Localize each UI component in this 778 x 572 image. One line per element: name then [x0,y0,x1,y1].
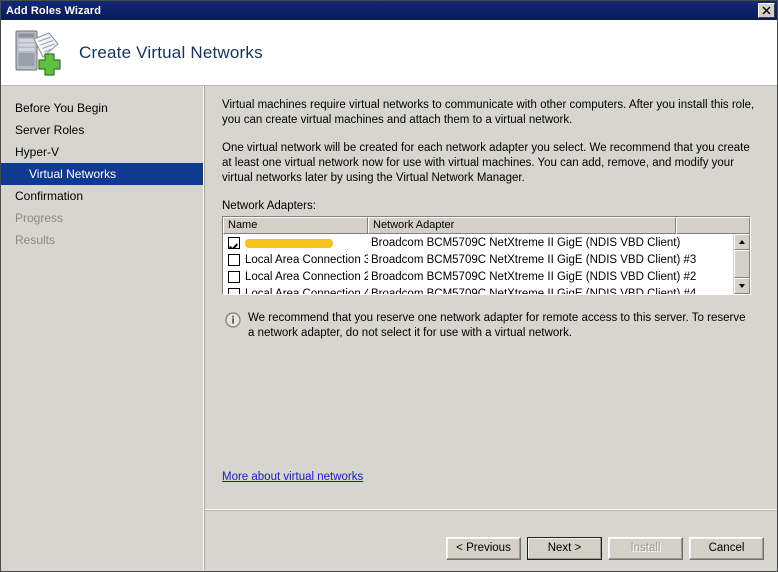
redacted-name-highlight [245,239,333,248]
network-adapters-listview[interactable]: Name Network Adapter Broadcom BCM5709C N… [222,216,751,295]
add-roles-wizard-window: Add Roles Wizard Create Virtual Networks… [0,0,778,572]
network-adapters-label: Network Adapters: [222,200,316,212]
table-row[interactable]: Local Area Connection 4 Broadcom BCM5709… [223,285,733,294]
page-title: Create Virtual Networks [79,42,263,62]
row-adapter-label: Broadcom BCM5709C NetXtreme II GigE (NDI… [371,253,697,266]
row-name-cell: Local Area Connection 2 [223,270,368,283]
scroll-up-icon[interactable] [734,234,750,250]
sidebar-item-results: Results [15,233,56,247]
window-titlebar: Add Roles Wizard [1,1,777,20]
wizard-step-sidebar: Before You Begin Server Roles Hyper-V Vi… [1,86,204,571]
install-button: Install [608,536,683,560]
sidebar-item-hyper-v[interactable]: Hyper-V [1,141,203,163]
column-header-name[interactable]: Name [223,217,368,234]
recommendation-note: We recommend that you reserve one networ… [222,311,752,341]
listview-header: Name Network Adapter [223,217,750,234]
recommendation-note-text: We recommend that you reserve one networ… [248,312,746,339]
sidebar-item-progress: Progress [15,211,64,225]
window-title: Add Roles Wizard [6,4,102,17]
row-adapter-label: Broadcom BCM5709C NetXtreme II GigE (NDI… [371,236,681,249]
listview-vertical-scrollbar[interactable] [733,234,750,294]
intro-paragraph-1: Virtual machines require virtual network… [222,99,755,126]
close-glyph [762,6,771,15]
row-checkbox[interactable] [228,287,240,294]
row-adapter-label: Broadcom BCM5709C NetXtreme II GigE (NDI… [371,270,697,283]
row-name-label: Local Area Connection 2 [245,270,368,283]
intro-paragraph-2: One virtual network will be created for … [222,142,750,184]
table-row[interactable]: Local Area Connection 3 Broadcom BCM5709… [223,251,733,268]
row-adapter-label: Broadcom BCM5709C NetXtreme II GigE (NDI… [371,287,697,295]
close-icon[interactable] [758,3,775,18]
listview-rows: Broadcom BCM5709C NetXtreme II GigE (NDI… [223,234,733,294]
row-checkbox[interactable] [228,270,240,283]
column-header-empty[interactable] [676,217,750,234]
row-name-cell [223,236,368,249]
scrollbar-thumb[interactable] [734,250,750,278]
table-row[interactable]: Local Area Connection 2 Broadcom BCM5709… [223,268,733,285]
row-name-cell: Local Area Connection 3 [223,253,368,266]
wizard-content-pane: Virtual machines require virtual network… [204,86,777,571]
footer-divider [205,509,777,511]
column-header-network-adapter[interactable]: Network Adapter [368,217,676,234]
row-name-label: Local Area Connection 4 [245,287,368,295]
server-add-icon [11,27,65,79]
wizard-body: Before You Begin Server Roles Hyper-V Vi… [1,86,777,571]
scroll-down-icon[interactable] [734,278,750,294]
row-name-cell: Local Area Connection 4 [223,287,368,295]
wizard-header: Create Virtual Networks [1,20,777,86]
previous-button[interactable]: < Previous [446,536,521,560]
sidebar-item-server-roles[interactable]: Server Roles [1,119,203,141]
cancel-button[interactable]: Cancel [689,536,764,560]
sidebar-item-virtual-networks[interactable]: Virtual Networks [1,163,203,185]
wizard-footer: < Previous Next > Install Cancel [1,525,777,571]
sidebar-item-before-you-begin[interactable]: Before You Begin [1,97,203,119]
sidebar-item-confirmation[interactable]: Confirmation [1,185,203,207]
listview-body: Broadcom BCM5709C NetXtreme II GigE (NDI… [223,234,750,294]
row-name-label: Local Area Connection 3 [245,253,368,266]
table-row[interactable]: Broadcom BCM5709C NetXtreme II GigE (NDI… [223,234,733,251]
row-checkbox[interactable] [228,236,240,249]
next-button[interactable]: Next > [527,536,602,560]
row-checkbox[interactable] [228,253,240,266]
info-icon [225,312,241,328]
more-about-virtual-networks-link[interactable]: More about virtual networks [222,471,363,483]
